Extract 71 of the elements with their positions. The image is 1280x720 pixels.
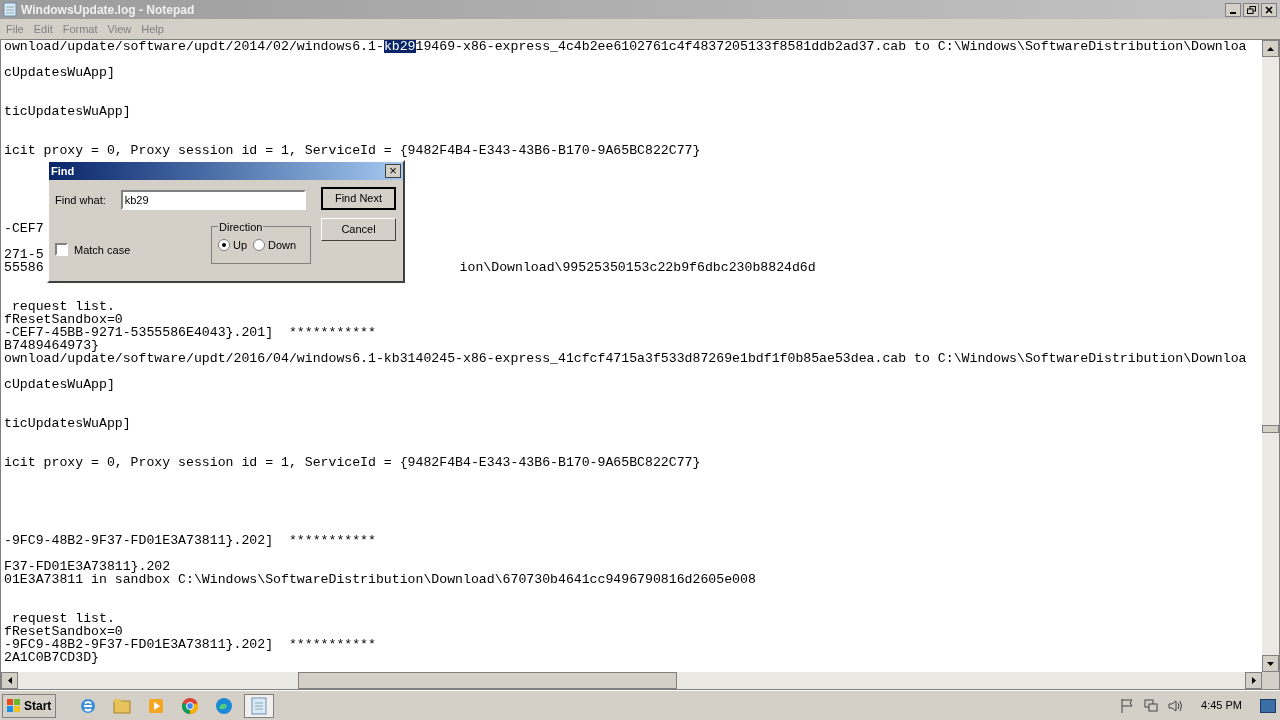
vertical-scrollbar[interactable]: [1262, 40, 1279, 672]
dialog-title: Find: [51, 163, 75, 179]
log-line: ticUpdatesWuApp]: [4, 417, 131, 430]
start-button[interactable]: Start: [2, 693, 57, 718]
minimize-button[interactable]: [1225, 2, 1241, 17]
down-arrow-icon: [1267, 661, 1274, 666]
log-line: -CEF7-45BB-9271-5355586E4043}.201] ***********: [4, 326, 376, 339]
show-desktop-button[interactable]: [1260, 698, 1276, 713]
log-line: fResetSandbox=0: [4, 625, 123, 638]
play-icon: [148, 697, 165, 714]
log-line: request list.: [11, 300, 115, 313]
find-what-field[interactable]: kb29: [120, 190, 306, 210]
scroll-down-button[interactable]: [1262, 655, 1279, 672]
scroll-thumb[interactable]: [298, 672, 677, 689]
log-line: icit proxy = 0, Proxy session id = 1, ServiceId = {9482F4B4-E343-43B6-B170-9A65BC822C77}: [4, 144, 701, 157]
close-icon: [1265, 5, 1273, 14]
log-line: 19469-x86-express_4c4b2ee6102761c4f4837205133f8581ddb2ad37.cab to C:\Windows\SoftwareDistribution\Downloa: [415, 40, 1247, 53]
log-line: request list.: [11, 612, 115, 625]
log-line: 01E3A73811 in sandbox C:\Windows\SoftwareDistribution\Download\670730b4641cc9496790816d2605e008: [4, 573, 756, 586]
log-line: F37-FD01E3A73811}.202: [4, 560, 171, 573]
left-arrow-icon: [7, 677, 12, 684]
chrome-icon: [181, 696, 200, 715]
log-line: -CEF7: [4, 222, 44, 235]
log-line: cUpdatesWuApp]: [4, 378, 115, 391]
find-what-label: Find what:: [55, 192, 106, 208]
log-line: -9FC9-48B2-9F37-FD01E3A73811}.202] ***********: [4, 638, 376, 651]
log-line: fResetSandbox=0: [4, 313, 123, 326]
network-icon[interactable]: [1143, 697, 1160, 714]
taskbar-app-button[interactable]: [244, 693, 275, 718]
notepad-icon: [3, 2, 17, 17]
clock-time[interactable]: 4:45 PM: [1201, 697, 1242, 714]
globe-e-icon: [79, 696, 98, 715]
log-line: 2A1C0B7CD3D}: [4, 651, 99, 664]
right-arrow-icon: [1251, 677, 1256, 684]
flag-icon[interactable]: [1119, 697, 1136, 714]
radio-button[interactable]: [218, 239, 230, 251]
restore-button[interactable]: [1243, 2, 1259, 17]
log-line: ion\Download\99525350153c22b9f6dbc230b8824d6d: [459, 261, 816, 274]
radio-button[interactable]: [253, 239, 266, 251]
scroll-thumb[interactable]: [1262, 425, 1279, 433]
scroll-left-button[interactable]: [1, 672, 18, 689]
close-button[interactable]: [1261, 2, 1277, 17]
log-line: 55586: [4, 261, 44, 274]
log-line: icit proxy = 0, Proxy session id = 1, ServiceId = {9482F4B4-E343-43B6-B170-9A65BC822C77}: [4, 456, 701, 469]
folder-icon: [113, 697, 132, 714]
edge-icon: [215, 696, 234, 715]
volume-icon[interactable]: [1167, 697, 1184, 714]
horizontal-scrollbar[interactable]: [1, 672, 1262, 689]
radio-label: Down: [268, 237, 297, 253]
log-line: ownload/update/software/updt/2016/04/windows6.1-kb3140245-x86-express_41cfcf4715a3f533d87269e1bdf1f0b85ae53dea.cab to C:\Windows\SoftwareDistribution\Downloa: [4, 352, 1247, 365]
windows-logo-icon: [7, 698, 21, 713]
selected-text: kb29: [383, 40, 416, 53]
log-line: cUpdatesWuApp]: [4, 66, 115, 79]
log-line: 271-5: [4, 248, 44, 261]
find-next-button[interactable]: Find Next: [321, 187, 396, 210]
radio-label: Up: [233, 237, 248, 253]
log-line: B7489464973}: [4, 339, 99, 352]
match-case-label: Match case: [74, 242, 131, 258]
log-line: ownload/update/software/updt/2014/02/windows6.1-: [4, 40, 384, 53]
checkbox[interactable]: [55, 243, 68, 257]
scroll-up-button[interactable]: [1262, 40, 1279, 57]
log-line: ticUpdatesWuApp]: [4, 105, 131, 118]
window-title: WindowsUpdate.log - Notepad: [21, 1, 195, 19]
notepad-icon: [251, 696, 268, 715]
minimize-icon: [1230, 11, 1236, 14]
close-button[interactable]: ×: [385, 164, 401, 178]
log-line: -9FC9-48B2-9F37-FD01E3A73811}.202] ***********: [4, 534, 376, 547]
scroll-right-button[interactable]: [1245, 672, 1262, 689]
cancel-button[interactable]: Cancel: [321, 218, 396, 241]
restore-icon: [1246, 5, 1256, 14]
up-arrow-icon: [1267, 46, 1274, 51]
